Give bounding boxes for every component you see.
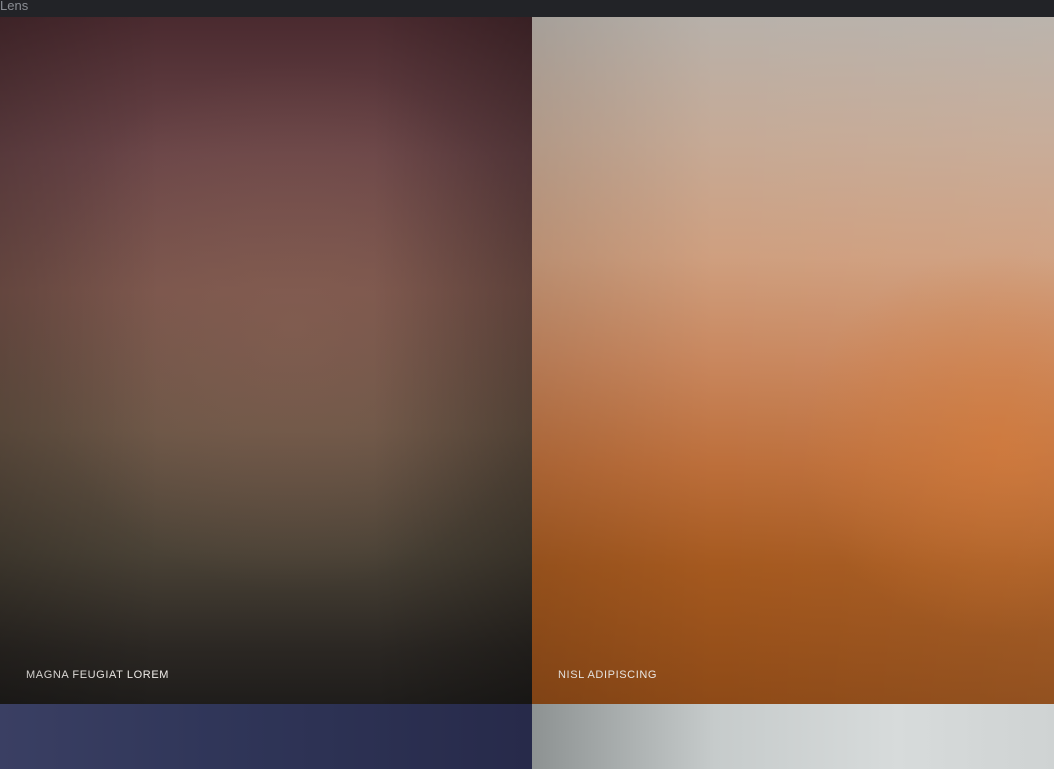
gallery-tile-3[interactable] xyxy=(0,704,532,769)
gallery-tile-1[interactable]: MAGNA FEUGIAT LOREM xyxy=(0,17,532,704)
tile-caption: MAGNA FEUGIAT LOREM xyxy=(26,669,170,681)
app-title: Lens xyxy=(0,0,29,13)
gallery-tile-4[interactable] xyxy=(532,704,1054,769)
window-title-bar: Lens xyxy=(0,0,1054,17)
gallery-tile-2[interactable]: NISL ADIPISCING xyxy=(532,17,1054,704)
tile-caption: NISL ADIPISCING xyxy=(558,669,658,681)
